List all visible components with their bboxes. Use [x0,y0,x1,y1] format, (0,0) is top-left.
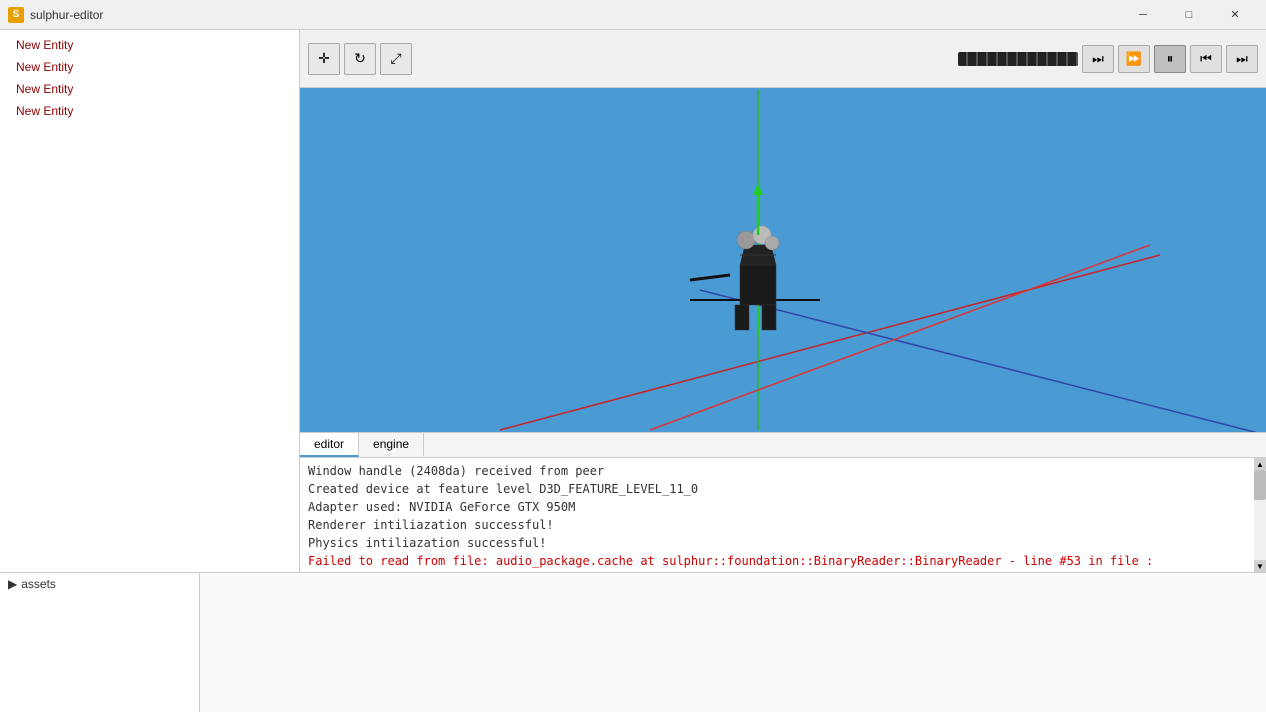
refresh-button[interactable]: ↻ [344,43,376,75]
scrollbar-thumb[interactable] [1254,470,1266,500]
pause-button[interactable]: ⏸ [1154,45,1186,73]
progress-bar-fill [958,52,1078,66]
assets-label: assets [21,577,56,591]
console-line: Window handle (2408da) received from pee… [308,462,1258,480]
console-area: editorengine Window handle (2408da) rece… [300,432,1266,572]
step-forward-button[interactable]: ⏩ [1118,45,1150,73]
skip-back-button[interactable]: ⏭ [1226,45,1258,73]
entity-item[interactable]: New Entity [0,78,299,100]
scrollbar-down-arrow[interactable]: ▼ [1254,560,1266,572]
maximize-button[interactable]: □ [1166,0,1212,30]
expand-button[interactable]: ⤢ [380,43,412,75]
assets-header[interactable]: ▶ assets [8,577,191,591]
minimize-button[interactable]: ─ [1120,0,1166,30]
app-icon: S [8,7,24,23]
console-line: Physics intiliazation successful! [308,534,1258,552]
console-line: Created device at feature level D3D_FEAT… [308,480,1258,498]
skip-forward-button[interactable]: ⏭ [1082,45,1114,73]
bottom-panel: ▶ assets [0,572,1266,712]
scene-svg [300,88,1266,432]
transport-controls: ⏭ ⏩ ⏸ ⏮ ⏭ [958,45,1258,73]
main-content: New EntityNew EntityNew EntityNew Entity… [0,30,1266,572]
refresh-icon: ↻ [354,50,366,67]
timeline-progress[interactable] [958,52,1078,66]
crosshair-icon: ✛ [318,50,330,67]
entity-list: New EntityNew EntityNew EntityNew Entity [0,30,299,572]
pause-icon: ⏸ [1167,51,1174,67]
step-forward-icon: ⏩ [1126,51,1142,67]
skip-back-icon: ⏭ [1236,51,1248,67]
window-controls: ─ □ ✕ [1120,0,1258,30]
console-line: Failed to read from file: audio_package.… [308,552,1258,570]
assets-panel: ▶ assets [0,573,200,712]
console-tabs: editorengine [300,433,1266,458]
entity-item[interactable]: New Entity [0,100,299,122]
console-line: Renderer intiliazation successful! [308,516,1258,534]
app-title: sulphur-editor [30,8,1120,22]
left-panel: New EntityNew EntityNew EntityNew Entity [0,30,300,572]
toolbar: ✛ ↻ ⤢ ⏭ ⏩ ⏸ [300,30,1266,88]
assets-content [200,573,1266,712]
console-content[interactable]: Window handle (2408da) received from pee… [300,458,1266,572]
expand-icon: ⤢ [390,50,401,67]
console-tab-engine[interactable]: engine [359,433,424,457]
console-scrollbar[interactable]: ▲ ▼ [1254,458,1266,572]
viewport[interactable] [300,88,1266,432]
right-panel: ✛ ↻ ⤢ ⏭ ⏩ ⏸ [300,30,1266,572]
entity-item[interactable]: New Entity [0,34,299,56]
console-tab-editor[interactable]: editor [300,433,359,457]
title-bar: S sulphur-editor ─ □ ✕ [0,0,1266,30]
scrollbar-up-arrow[interactable]: ▲ [1254,458,1266,470]
step-back-icon: ⏮ [1200,51,1212,67]
close-button[interactable]: ✕ [1212,0,1258,30]
assets-collapse-icon: ▶ [8,577,17,591]
move-tool-button[interactable]: ✛ [308,43,340,75]
console-line: Adapter used: NVIDIA GeForce GTX 950M [308,498,1258,516]
entity-item[interactable]: New Entity [0,56,299,78]
skip-forward-icon: ⏭ [1092,51,1104,67]
step-back-button[interactable]: ⏮ [1190,45,1222,73]
